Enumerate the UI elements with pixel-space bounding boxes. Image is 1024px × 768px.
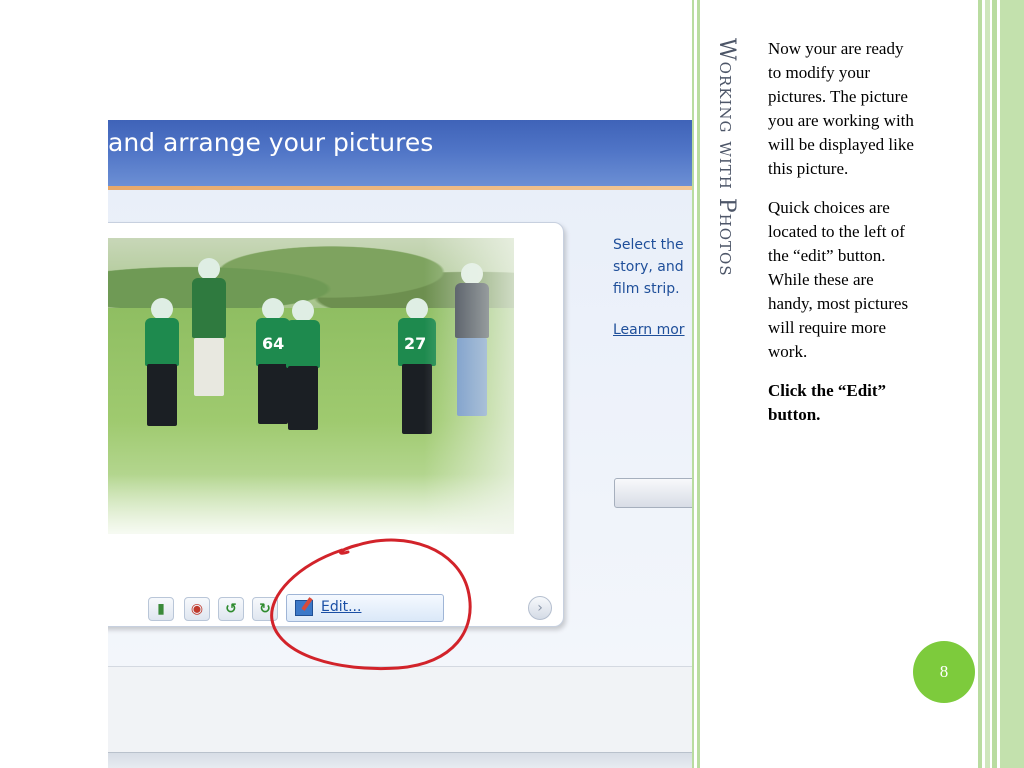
edit-pencil-icon [295,600,313,616]
photo-preview: 64 27 [108,238,514,534]
auto-adjust-icon[interactable]: ▮ [148,597,174,621]
rotate-left-icon[interactable]: ↺ [218,597,244,621]
photo-overexposed-edge [424,238,514,534]
app-screenshot: and arrange your pictures 64 27 ▮ ◉ ↺ ↻ … [108,120,692,768]
divider-stripe [978,0,982,768]
instructions-text: Select the story, and film strip. [613,237,684,297]
divider-stripe [985,0,990,768]
edit-button[interactable]: Edit... [286,594,444,622]
wizard-side-button[interactable] [614,478,692,508]
paragraph: Quick choices are located to the left of… [768,198,909,361]
divider-stripe [697,0,700,768]
slide-title: Working with Photos [714,38,739,277]
edit-button-label: Edit... [321,599,362,615]
learn-more-link[interactable]: Learn mor [613,322,685,338]
paragraph: Now your are ready to modify your pictur… [768,39,914,178]
jersey-number: 64 [262,334,285,353]
wizard-bottom-bar [108,752,692,768]
next-arrow-icon[interactable]: › [528,596,552,620]
divider-stripe [992,0,997,768]
wizard-header-text: and arrange your pictures [108,128,434,157]
jersey-number: 27 [404,334,427,353]
page-number-badge: 8 [913,641,975,703]
slide-body: Now your are ready to modify your pictur… [768,37,918,442]
wizard-header: and arrange your pictures [108,120,692,186]
divider-stripe [692,0,694,768]
divider-stripe [1000,0,1024,768]
red-eye-icon[interactable]: ◉ [184,597,210,621]
call-to-action: Click the “Edit” button. [768,381,887,424]
rotate-right-icon[interactable]: ↻ [252,597,278,621]
wizard-footer [108,666,692,753]
